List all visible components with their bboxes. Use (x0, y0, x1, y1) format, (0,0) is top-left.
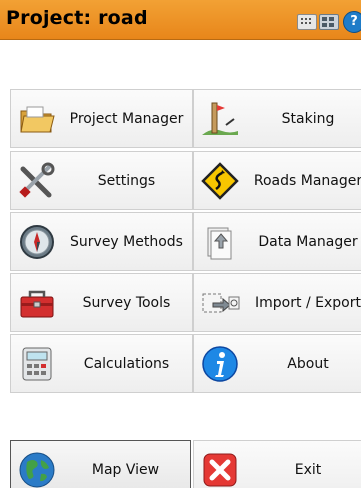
exit-button[interactable]: Exit (193, 440, 361, 488)
data-manager-icon (207, 227, 232, 260)
staking-icon (202, 102, 238, 135)
title-bar: Project: road ? (0, 0, 361, 40)
map-view-label: Map View (91, 462, 160, 478)
survey-tools-button[interactable]: Survey Tools (10, 273, 193, 332)
import-export-label: Import / Export (255, 295, 361, 311)
exit-label: Exit (294, 462, 322, 478)
calculations-label: Calculations (83, 356, 170, 372)
info-icon (202, 346, 238, 382)
toolbox-icon (20, 290, 54, 318)
survey-tools-label: Survey Tools (82, 295, 171, 311)
compass-icon (20, 225, 54, 259)
about-label: About (287, 356, 329, 372)
tools-icon (19, 162, 55, 198)
bottom-bar: Map View Exit (10, 440, 361, 488)
staking-label: Staking (281, 111, 335, 127)
settings-button[interactable]: Settings (10, 151, 193, 210)
import-export-button[interactable]: Import / Export (193, 273, 361, 332)
project-manager-label: Project Manager (69, 111, 184, 127)
keyboard-icon[interactable] (297, 14, 317, 30)
globe-icon (19, 452, 55, 488)
about-button[interactable]: About (193, 334, 361, 393)
import-export-icon (202, 293, 240, 313)
folder-icon (20, 106, 55, 133)
survey-methods-button[interactable]: Survey Methods (10, 212, 193, 271)
app-window: Project: road ? Project Manager Staking … (0, 0, 361, 488)
calculator-icon (22, 347, 52, 381)
settings-label: Settings (97, 173, 156, 189)
road-sign-icon (201, 162, 239, 200)
map-view-button[interactable]: Map View (10, 440, 191, 488)
roads-manager-button[interactable]: Roads Manager (193, 151, 361, 210)
survey-methods-label: Survey Methods (70, 234, 183, 250)
calculations-button[interactable]: Calculations (10, 334, 193, 393)
data-manager-label: Data Manager (258, 234, 358, 250)
project-manager-button[interactable]: Project Manager (10, 89, 193, 148)
main-menu-grid: Project Manager Staking Settings Roads M… (10, 89, 361, 395)
grid-icon[interactable] (319, 14, 339, 30)
staking-button[interactable]: Staking (193, 89, 361, 148)
help-icon[interactable]: ? (343, 11, 361, 33)
window-title: Project: road (6, 7, 148, 29)
data-manager-button[interactable]: Data Manager (193, 212, 361, 271)
exit-icon (203, 453, 237, 487)
roads-manager-label: Roads Manager (253, 173, 361, 189)
